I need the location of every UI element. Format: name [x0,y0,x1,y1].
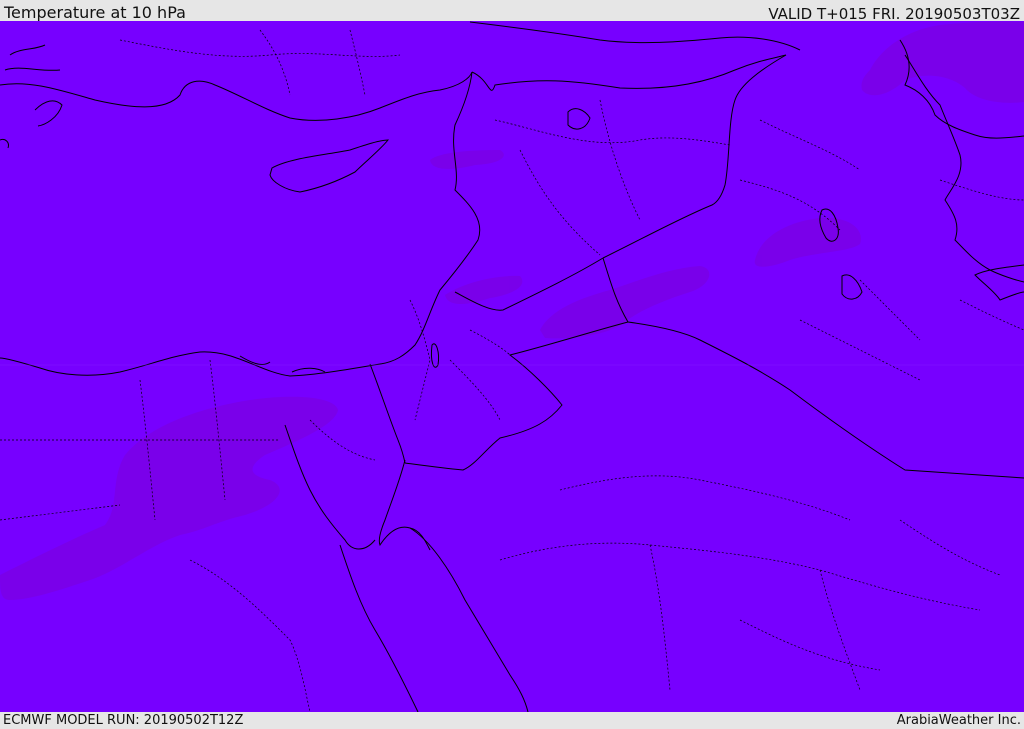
model-run: ECMWF MODEL RUN: 20190502T12Z [3,713,244,728]
temperature-field [0,21,1024,712]
map-svg [0,21,1024,712]
header-bar: Temperature at 10 hPa VALID T+015 FRI. 2… [0,0,1024,23]
map-title: Temperature at 10 hPa [4,3,186,22]
credit-text: ArabiaWeather Inc. [896,713,1021,728]
footer-bar: ECMWF MODEL RUN: 20190502T12Z ArabiaWeat… [0,712,1024,729]
map-area [0,21,1024,712]
